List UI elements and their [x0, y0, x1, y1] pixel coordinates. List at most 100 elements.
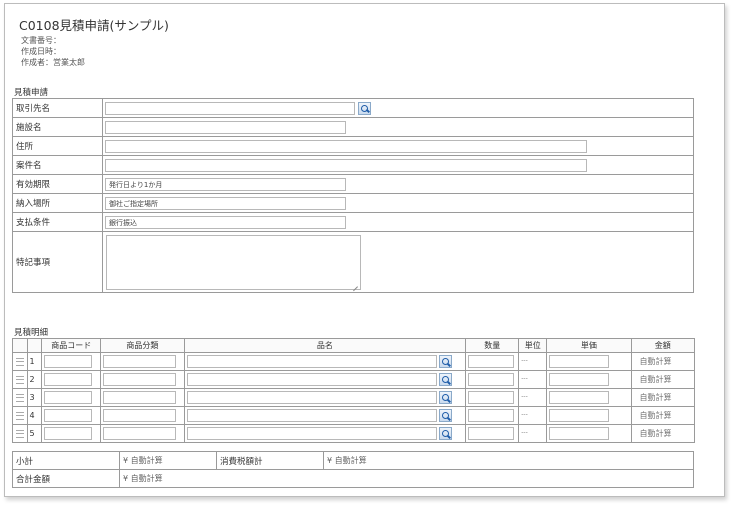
search-icon[interactable]	[439, 409, 453, 422]
product-code-input[interactable]	[44, 409, 93, 422]
summary-row-subtotal: 小計 ¥ 自動計算 消費税額計 ¥ 自動計算	[12, 451, 694, 470]
search-icon[interactable]	[439, 427, 453, 440]
form-row-facility: 施設名	[12, 117, 694, 137]
drag-handle-icon[interactable]	[15, 375, 24, 384]
detail-section-label: 見積明細	[14, 328, 49, 338]
address-input[interactable]	[105, 139, 587, 153]
unit-select[interactable]: ---	[521, 410, 533, 422]
table-row: 4 --- 自動計算	[12, 406, 696, 425]
product-category-input[interactable]	[103, 391, 177, 404]
drag-handle-icon[interactable]	[15, 393, 24, 402]
payment-input[interactable]: 銀行振込	[105, 215, 346, 229]
unit-select[interactable]: ---	[521, 392, 533, 404]
form-row-validity: 有効期限 発行日より1か月	[12, 174, 694, 194]
page-title: C0108見積申請(サンプル)	[19, 18, 169, 33]
col-product-name: 品名	[183, 338, 467, 353]
customer-label: 取引先名	[12, 98, 103, 118]
form-row-notes: 特記事項	[12, 231, 694, 293]
tax-label: 消費税額計	[216, 451, 324, 470]
search-icon[interactable]	[439, 373, 453, 386]
unit-select[interactable]: ---	[521, 428, 533, 440]
estimate-form-table: 取引先名 施設名 住所 案件名 有効期限 発行日より1か月 納入場所 御社ご指定…	[12, 98, 694, 293]
unit-price-input[interactable]	[549, 391, 610, 404]
quantity-input[interactable]	[468, 427, 515, 440]
product-code-input[interactable]	[44, 391, 93, 404]
product-code-input[interactable]	[44, 355, 93, 368]
product-name-input[interactable]	[186, 409, 437, 422]
table-row: 2 --- 自動計算	[12, 370, 696, 389]
delivery-input[interactable]: 御社ご指定場所	[105, 196, 346, 210]
quantity-input[interactable]	[468, 355, 515, 368]
product-category-input[interactable]	[103, 409, 177, 422]
product-code-input[interactable]	[44, 427, 93, 440]
drag-handle-icon[interactable]	[15, 411, 24, 420]
unit-price-input[interactable]	[549, 355, 610, 368]
drag-handle-icon[interactable]	[15, 357, 24, 366]
created-date: 作成日時：	[21, 47, 61, 56]
validity-label: 有効期限	[12, 174, 103, 194]
payment-label: 支払条件	[12, 212, 103, 232]
form-row-delivery: 納入場所 御社ご指定場所	[12, 193, 694, 213]
validity-input[interactable]: 発行日より1か月	[105, 177, 346, 191]
product-name-input[interactable]	[186, 427, 437, 440]
facility-input[interactable]	[105, 120, 346, 134]
form-row-project: 案件名	[12, 155, 694, 175]
unit-select[interactable]: ---	[521, 374, 533, 386]
form-row-payment: 支払条件 銀行振込	[12, 212, 694, 232]
doc-number: 文書番号：	[21, 36, 61, 45]
facility-label: 施設名	[12, 117, 103, 137]
table-row: 5 --- 自動計算	[12, 424, 696, 443]
summary-table: 小計 ¥ 自動計算 消費税額計 ¥ 自動計算 合計金額 ¥ 自動計算	[12, 451, 694, 488]
detail-table: 商品コード 商品分類 品名 数量 単位 単価 金額 1 --- 自動計算 2 -…	[12, 338, 696, 443]
col-product-code: 商品コード	[41, 338, 102, 353]
col-quantity: 数量	[465, 338, 520, 353]
unit-price-input[interactable]	[549, 373, 610, 386]
col-product-category: 商品分類	[100, 338, 185, 353]
estimate-section-label: 見積申請	[14, 88, 49, 98]
subtotal-value: ¥ 自動計算	[119, 451, 217, 470]
form-row-address: 住所	[12, 136, 694, 156]
amount-cell: 自動計算	[630, 352, 696, 371]
address-label: 住所	[12, 136, 103, 156]
form-row-customer: 取引先名	[12, 98, 694, 118]
product-code-input[interactable]	[44, 373, 93, 386]
summary-row-total: 合計金額 ¥ 自動計算	[12, 469, 694, 488]
unit-price-input[interactable]	[549, 409, 610, 422]
product-category-input[interactable]	[103, 427, 177, 440]
product-name-input[interactable]	[186, 391, 437, 404]
amount-cell: 自動計算	[630, 388, 696, 407]
project-label: 案件名	[12, 155, 103, 175]
subtotal-label: 小計	[12, 451, 120, 470]
tax-value: ¥ 自動計算	[323, 451, 694, 470]
col-amount: 金額	[630, 338, 696, 353]
amount-cell: 自動計算	[630, 406, 696, 425]
project-input[interactable]	[105, 158, 587, 172]
delivery-label: 納入場所	[12, 193, 103, 213]
notes-textarea[interactable]	[106, 235, 361, 290]
product-name-input[interactable]	[186, 373, 437, 386]
customer-input[interactable]	[105, 101, 355, 115]
resize-grip-icon[interactable]	[353, 282, 358, 287]
col-unit-price: 単価	[546, 338, 632, 353]
total-label: 合計金額	[12, 469, 120, 488]
unit-price-input[interactable]	[549, 427, 610, 440]
quantity-input[interactable]	[468, 409, 515, 422]
product-category-input[interactable]	[103, 373, 177, 386]
search-icon[interactable]	[439, 355, 453, 368]
unit-select[interactable]: ---	[521, 356, 533, 368]
quantity-input[interactable]	[468, 391, 515, 404]
search-icon[interactable]	[357, 101, 371, 115]
col-unit: 単位	[518, 338, 548, 353]
quantity-input[interactable]	[468, 373, 515, 386]
amount-cell: 自動計算	[630, 370, 696, 389]
product-category-input[interactable]	[103, 355, 177, 368]
detail-header-row: 商品コード 商品分類 品名 数量 単位 単価 金額	[12, 338, 696, 353]
drag-handle-icon[interactable]	[15, 429, 24, 438]
product-name-input[interactable]	[186, 355, 437, 368]
table-row: 1 --- 自動計算	[12, 352, 696, 371]
author: 作成者：営業太郎	[21, 58, 85, 67]
search-icon[interactable]	[439, 391, 453, 404]
amount-cell: 自動計算	[630, 424, 696, 443]
notes-label: 特記事項	[12, 231, 103, 293]
table-row: 3 --- 自動計算	[12, 388, 696, 407]
